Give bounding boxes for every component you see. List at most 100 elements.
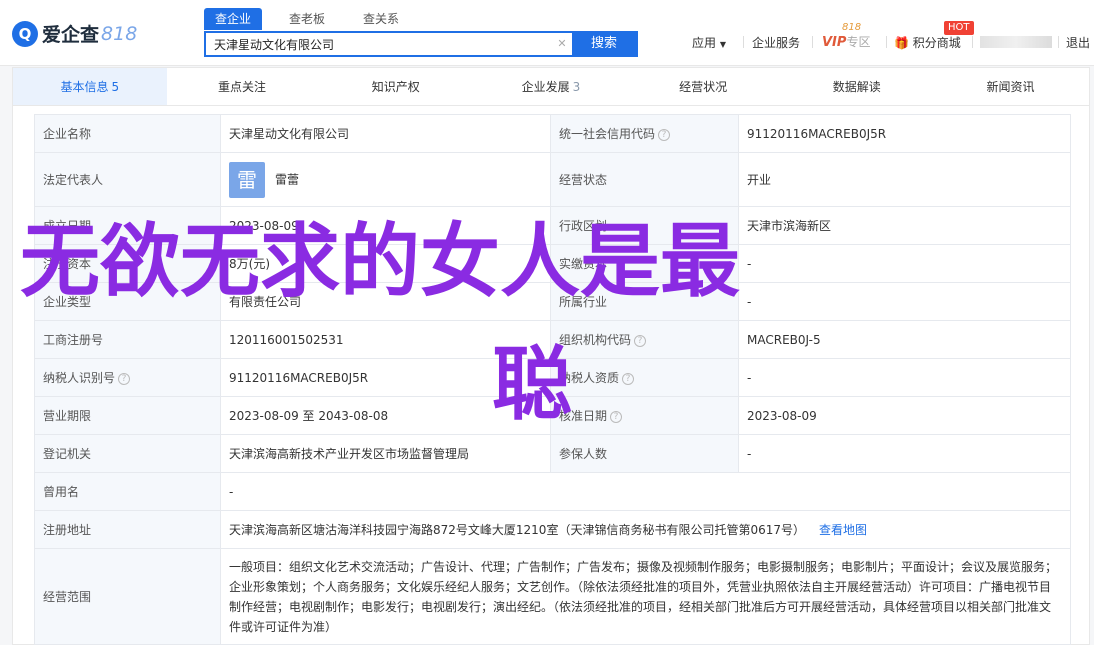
tab-key-focus[interactable]: 重点关注 <box>167 68 321 105</box>
user-name-masked[interactable] <box>980 36 1052 48</box>
search-tabs: 查企业 查老板 查关系 <box>204 8 426 30</box>
field-label: 营业期限 <box>34 396 221 435</box>
field-label: 注册地址 <box>34 510 221 549</box>
table-row: 经营范围 一般项目：组织文化艺术交流活动；广告设计、代理；广告制作；广告发布；摄… <box>34 548 1071 645</box>
divider <box>1058 36 1059 48</box>
clear-icon[interactable]: ✕ <box>552 33 572 55</box>
field-label: 统一社会信用代码? <box>550 114 739 153</box>
tab-label: 重点关注 <box>218 80 267 94</box>
divider <box>886 36 887 48</box>
tab-basic-info[interactable]: 基本信息 5 <box>13 68 167 105</box>
field-label: 经营范围 <box>34 548 221 645</box>
tax-qual-value: - <box>738 358 1071 397</box>
legal-rep-cell: 雷雷蕾 <box>220 152 551 207</box>
logo-text: 爱企查 <box>42 24 100 46</box>
field-label: 实缴资本 <box>550 244 739 283</box>
field-label: 组织机构代码? <box>550 320 739 359</box>
field-label: 企业类型 <box>34 282 221 321</box>
table-row: 注册资本 8万(元) 实缴资本 - <box>34 244 1071 283</box>
logo-number: 818 <box>101 22 138 45</box>
approve-date-label: 核准日期 <box>559 409 608 423</box>
logout-link[interactable]: 退出 <box>1066 34 1090 51</box>
org-code-value: MACREB0J-5 <box>738 320 1071 359</box>
address-cell: 天津滨海高新区塘沽海洋科技园宁海路872号文峰大厦1210室（天津锦信商务秘书有… <box>220 510 1071 549</box>
help-icon[interactable]: ? <box>634 334 647 347</box>
table-row: 纳税人识别号? 91120116MACREB0J5R 纳税人资质? - <box>34 358 1071 397</box>
status-value: 开业 <box>738 152 1071 207</box>
industry-value: - <box>738 282 1071 321</box>
table-row: 工商注册号 120116001502531 组织机构代码? MACREB0J-5 <box>34 320 1071 359</box>
company-type-value: 有限责任公司 <box>220 282 551 321</box>
tax-id-label: 纳税人识别号 <box>43 371 116 385</box>
search-tab-relation[interactable]: 查关系 <box>352 8 410 30</box>
mall-label: 积分商城 <box>912 36 961 50</box>
search-tab-boss[interactable]: 查老板 <box>278 8 336 30</box>
help-icon[interactable]: ? <box>622 372 635 385</box>
help-icon[interactable]: ? <box>658 128 671 141</box>
tab-label: 企业发展 <box>521 80 570 94</box>
found-date-value: 2023-08-09 <box>220 206 551 245</box>
field-label: 注册资本 <box>34 244 221 283</box>
capital-value: 8万(元) <box>220 244 551 283</box>
tab-news[interactable]: 新闻资讯 <box>935 68 1089 105</box>
search-tab-company[interactable]: 查企业 <box>204 8 263 30</box>
table-row: 注册地址 天津滨海高新区塘沽海洋科技园宁海路872号文峰大厦1210室（天津锦信… <box>34 510 1071 549</box>
field-label: 行政区划 <box>550 206 739 245</box>
tab-operation[interactable]: 经营状况 <box>628 68 782 105</box>
vip-sub-label: 专区 <box>846 35 871 49</box>
address-value: 天津滨海高新区塘沽海洋科技园宁海路872号文峰大厦1210室（天津锦信商务秘书有… <box>229 523 805 537</box>
credit-code-value: 91120116MACREB0J5R <box>738 114 1071 153</box>
gift-icon: 🎁 <box>894 36 909 50</box>
divider <box>743 36 744 48</box>
nav-vip[interactable]: VIP专区 <box>822 33 870 50</box>
business-scope-value: 一般项目：组织文化艺术交流活动；广告设计、代理；广告制作；广告发布；摄像及视频制… <box>220 548 1071 645</box>
tab-ip[interactable]: 知识产权 <box>320 68 474 105</box>
nav-app[interactable]: 应用 ▼ <box>692 34 726 51</box>
nav-enterprise-service[interactable]: 企业服务 <box>752 34 800 51</box>
table-row: 企业名称 天津星动文化有限公司 统一社会信用代码? 91120116MACREB… <box>34 114 1071 153</box>
legal-rep-value[interactable]: 雷蕾 <box>275 172 299 186</box>
table-row: 法定代表人 雷雷蕾 经营状态 开业 <box>34 152 1071 207</box>
field-label: 工商注册号 <box>34 320 221 359</box>
top-header: Q 爱企查 818 查企业 查老板 查关系 ✕ 搜索 应用 ▼ 企业服务 818… <box>0 0 1094 66</box>
search-input[interactable] <box>206 33 552 55</box>
approve-date-value: 2023-08-09 <box>738 396 1071 435</box>
field-label: 登记机关 <box>34 434 221 473</box>
help-icon[interactable]: ? <box>610 410 623 423</box>
tab-label: 基本信息 <box>60 80 109 94</box>
org-code-label: 组织机构代码 <box>559 333 632 347</box>
search-button[interactable]: 搜索 <box>572 33 636 55</box>
tax-id-value: 91120116MACREB0J5R <box>220 358 551 397</box>
table-row: 成立日期 2023-08-09 行政区划 天津市滨海新区 <box>34 206 1071 245</box>
term-value: 2023-08-09 至 2043-08-08 <box>220 396 551 435</box>
field-label: 成立日期 <box>34 206 221 245</box>
avatar[interactable]: 雷 <box>229 161 265 198</box>
table-row: 营业期限 2023-08-09 至 2043-08-08 核准日期? 2023-… <box>34 396 1071 435</box>
authority-value: 天津滨海高新技术产业开发区市场监督管理局 <box>220 434 551 473</box>
table-row: 登记机关 天津滨海高新技术产业开发区市场监督管理局 参保人数 - <box>34 434 1071 473</box>
view-map-link[interactable]: 查看地图 <box>819 523 867 537</box>
hot-badge: HOT <box>944 21 974 35</box>
tab-label: 数据解读 <box>832 80 881 94</box>
content-card: 基本信息 5 重点关注 知识产权 企业发展 3 经营状况 数据解读 新闻资讯 企业名… <box>12 67 1090 645</box>
chevron-down-icon: ▼ <box>719 40 726 49</box>
field-label: 曾用名 <box>34 472 221 511</box>
field-label: 企业名称 <box>34 114 221 153</box>
vip-label: VIP <box>822 35 847 50</box>
field-label: 经营状态 <box>550 152 739 207</box>
tab-count: 5 <box>111 80 120 94</box>
credit-label: 统一社会信用代码 <box>559 127 656 141</box>
tab-label: 新闻资讯 <box>986 80 1035 94</box>
former-name-value: - <box>220 472 1071 511</box>
help-icon[interactable]: ? <box>118 372 131 385</box>
tab-data-analysis[interactable]: 数据解读 <box>781 68 935 105</box>
field-label: 所属行业 <box>550 282 739 321</box>
field-label: 法定代表人 <box>34 152 221 207</box>
nav-mall[interactable]: 🎁 积分商城 <box>894 34 961 51</box>
table-row: 曾用名 - <box>34 472 1071 511</box>
tab-development[interactable]: 企业发展 3 <box>474 68 628 105</box>
nav-app-label: 应用 <box>692 36 717 50</box>
tax-qual-label: 纳税人资质 <box>559 371 620 385</box>
field-label: 纳税人识别号? <box>34 358 221 397</box>
site-logo[interactable]: Q 爱企查 818 <box>12 20 137 47</box>
